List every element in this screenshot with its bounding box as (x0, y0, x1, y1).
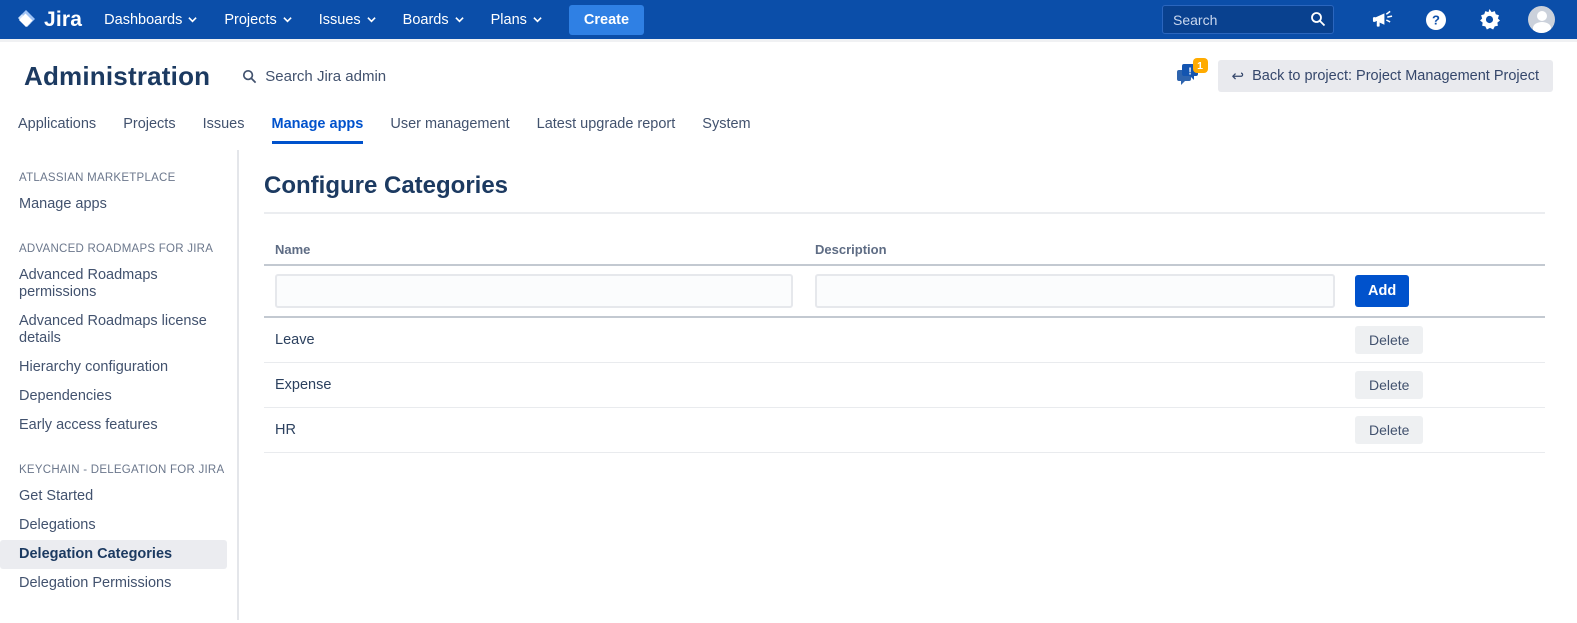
sidebar-section-advanced-roadmaps: ADVANCED ROADMAPS FOR JIRA (19, 243, 237, 255)
category-name: Leave (264, 332, 804, 348)
sidebar-item-manage-apps[interactable]: Manage apps (0, 190, 237, 219)
return-arrow-icon: ↩ (1232, 69, 1245, 84)
table-row-hr: HR Delete (264, 408, 1545, 453)
settings-gear-icon[interactable] (1479, 9, 1500, 30)
search-icon (1310, 11, 1326, 27)
column-header-description: Description (804, 242, 1344, 257)
delete-button[interactable]: Delete (1355, 371, 1423, 399)
notification-badge: 1 (1193, 58, 1208, 73)
sidebar-item-early-access-features[interactable]: Early access features (0, 411, 237, 440)
sidebar-item-delegation-categories[interactable]: Delegation Categories (0, 540, 227, 569)
table-header-row: Name Description (264, 234, 1545, 266)
table-row-leave: Leave Delete (264, 318, 1545, 363)
nav-plans-label: Plans (491, 12, 527, 28)
svg-text:!: ! (1188, 67, 1191, 78)
main-content: Configure Categories Name Description Ad… (239, 150, 1577, 620)
tab-latest-upgrade-report[interactable]: Latest upgrade report (537, 110, 676, 144)
tab-system[interactable]: System (702, 110, 750, 144)
create-button[interactable]: Create (569, 5, 644, 35)
admin-sidebar: ATLASSIAN MARKETPLACE Manage apps ADVANC… (0, 150, 239, 620)
chevron-down-icon (533, 15, 542, 24)
page-title: Administration (24, 61, 210, 92)
global-search-input[interactable] (1162, 5, 1334, 34)
sidebar-item-get-started[interactable]: Get Started (0, 482, 237, 511)
nav-plans[interactable]: Plans (491, 12, 542, 28)
description-input[interactable] (815, 274, 1335, 308)
delete-button[interactable]: Delete (1355, 326, 1423, 354)
nav-projects[interactable]: Projects (224, 12, 291, 28)
help-icon[interactable]: ? (1425, 9, 1447, 31)
nav-issues[interactable]: Issues (319, 12, 376, 28)
avatar-silhouette (1537, 11, 1547, 21)
chevron-down-icon (283, 15, 292, 24)
chevron-down-icon (367, 15, 376, 24)
tab-user-management[interactable]: User management (390, 110, 509, 144)
top-navigation-bar: Jira Dashboards Projects Issues Boards P… (0, 0, 1577, 42)
tab-projects[interactable]: Projects (123, 110, 175, 144)
sidebar-item-advanced-roadmaps-license-details[interactable]: Advanced Roadmaps license details (0, 307, 237, 353)
configure-categories-heading: Configure Categories (264, 172, 1545, 200)
jira-logo-text: Jira (44, 8, 82, 32)
category-name: Expense (264, 377, 804, 393)
tab-manage-apps[interactable]: Manage apps (272, 110, 364, 144)
table-row-expense: Expense Delete (264, 363, 1545, 408)
sidebar-item-hierarchy-configuration[interactable]: Hierarchy configuration (0, 353, 237, 382)
nav-boards-label: Boards (403, 12, 449, 28)
nav-projects-label: Projects (224, 12, 276, 28)
name-input[interactable] (275, 274, 793, 308)
sidebar-section-keychain-delegation: KEYCHAIN - DELEGATION FOR JIRA (19, 464, 237, 476)
admin-tab-bar: Applications Projects Issues Manage apps… (0, 110, 1577, 150)
search-jira-admin[interactable]: Search Jira admin (242, 68, 386, 85)
add-button[interactable]: Add (1355, 275, 1409, 307)
back-to-project-button[interactable]: ↩ Back to project: Project Management Pr… (1218, 60, 1554, 92)
chevron-down-icon (188, 15, 197, 24)
notifications-icon[interactable]: ! 1 (1176, 62, 1206, 90)
add-category-row: Add (264, 266, 1545, 318)
avatar-silhouette (1533, 22, 1551, 33)
tab-applications[interactable]: Applications (18, 110, 96, 144)
back-to-project-label: Back to project: Project Management Proj… (1252, 68, 1539, 84)
nav-dashboards-label: Dashboards (104, 12, 182, 28)
nav-boards[interactable]: Boards (403, 12, 464, 28)
categories-table: Name Description Add Leave Delete Expens… (264, 234, 1545, 453)
heading-divider (264, 212, 1545, 214)
search-icon (242, 69, 257, 84)
nav-dashboards[interactable]: Dashboards (104, 12, 197, 28)
announcements-icon[interactable] (1372, 10, 1393, 30)
nav-issues-label: Issues (319, 12, 361, 28)
sidebar-item-delegation-permissions[interactable]: Delegation Permissions (0, 569, 237, 598)
sidebar-section-atlassian-marketplace: ATLASSIAN MARKETPLACE (19, 172, 237, 184)
search-jira-admin-label: Search Jira admin (265, 68, 386, 85)
sidebar-item-delegations[interactable]: Delegations (0, 511, 237, 540)
delete-button[interactable]: Delete (1355, 416, 1423, 444)
chevron-down-icon (455, 15, 464, 24)
svg-text:?: ? (1432, 12, 1440, 27)
column-header-name: Name (264, 242, 804, 257)
jira-logo[interactable]: Jira (14, 8, 82, 32)
sidebar-item-dependencies[interactable]: Dependencies (0, 382, 237, 411)
sidebar-item-advanced-roadmaps-permissions[interactable]: Advanced Roadmaps permissions (0, 261, 237, 307)
tab-issues[interactable]: Issues (203, 110, 245, 144)
user-avatar[interactable] (1528, 6, 1555, 33)
global-search (1162, 5, 1334, 34)
jira-logo-icon (14, 8, 38, 32)
category-name: HR (264, 422, 804, 438)
admin-header: Administration Search Jira admin ! 1 ↩ B… (0, 42, 1577, 110)
